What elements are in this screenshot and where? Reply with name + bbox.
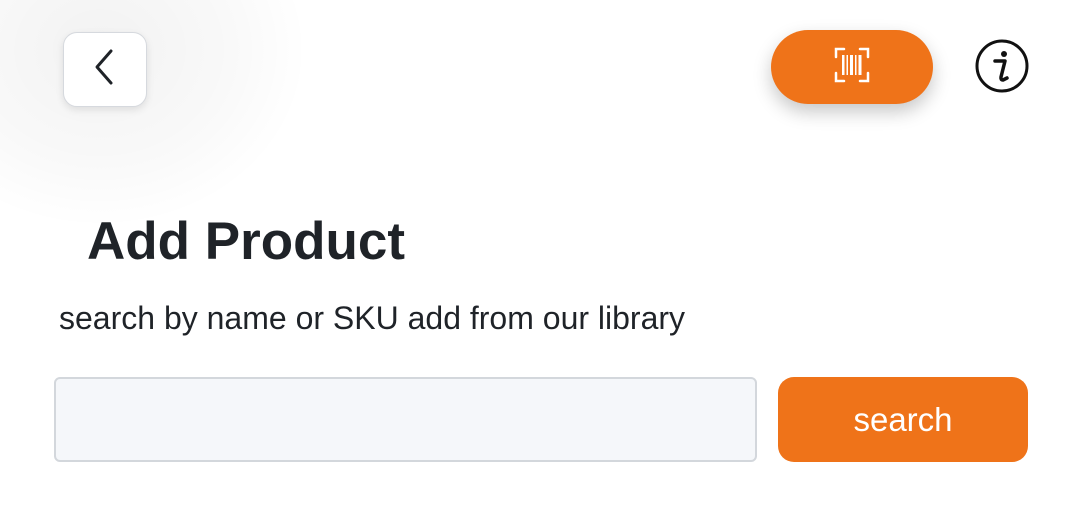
barcode-scan-icon (834, 47, 870, 88)
background-glow (0, 0, 310, 230)
info-icon (975, 39, 1029, 98)
info-button[interactable] (975, 39, 1029, 98)
chevron-left-icon (93, 47, 117, 92)
search-input[interactable] (54, 377, 757, 462)
page-subtitle: search by name or SKU add from our libra… (59, 300, 686, 336)
search-button[interactable]: search (778, 377, 1028, 462)
page-title: Add Product (87, 212, 405, 271)
back-button[interactable] (63, 32, 147, 107)
add-product-screen: Add Product search by name or SKU add fr… (0, 0, 1080, 511)
barcode-scan-button[interactable] (771, 30, 933, 104)
